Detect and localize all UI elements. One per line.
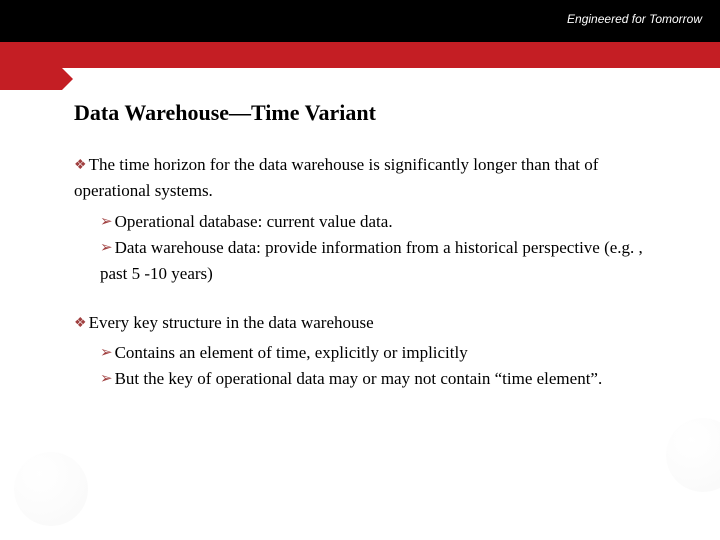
sub-list-2: ➢Contains an element of time, explicitly… (100, 340, 670, 393)
bullet-sub-2-2-text: But the key of operational data may or m… (115, 369, 603, 388)
bullet-sub-1-2-text: Data warehouse data: provide information… (100, 238, 643, 283)
chevron-bullet-icon: ➢ (100, 213, 113, 230)
decorative-dot-left (14, 452, 88, 526)
bullet-sub-2-1: ➢Contains an element of time, explicitly… (100, 340, 670, 366)
chevron-bullet-icon: ➢ (100, 370, 113, 387)
header-bar: Engineered for Tomorrow (0, 0, 720, 42)
bullet-sub-2-2: ➢But the key of operational data may or … (100, 366, 670, 392)
bullet-sub-1-2: ➢Data warehouse data: provide informatio… (100, 235, 670, 288)
bullet-sub-1-1: ➢Operational database: current value dat… (100, 209, 670, 235)
diamond-bullet-icon: ❖ (74, 158, 87, 173)
bullet-main-2-text: Every key structure in the data warehous… (89, 313, 374, 332)
decorative-dot-right (666, 418, 720, 492)
chevron-bullet-icon: ➢ (100, 239, 113, 256)
bullet-main-2: ❖Every key structure in the data warehou… (74, 310, 670, 336)
red-notch (0, 68, 62, 90)
bullet-sub-2-1-text: Contains an element of time, explicitly … (115, 343, 468, 362)
sub-list-1: ➢Operational database: current value dat… (100, 209, 670, 288)
slide-content: Data Warehouse—Time Variant ❖The time ho… (74, 100, 670, 415)
diamond-bullet-icon: ❖ (74, 316, 87, 331)
slide-title: Data Warehouse—Time Variant (74, 100, 670, 126)
bullet-sub-1-1-text: Operational database: current value data… (115, 212, 393, 231)
chevron-bullet-icon: ➢ (100, 344, 113, 361)
header-tagline: Engineered for Tomorrow (567, 12, 702, 26)
red-band (0, 42, 720, 68)
bullet-main-1-text: The time horizon for the data warehouse … (74, 155, 598, 200)
bullet-main-1: ❖The time horizon for the data warehouse… (74, 152, 670, 205)
